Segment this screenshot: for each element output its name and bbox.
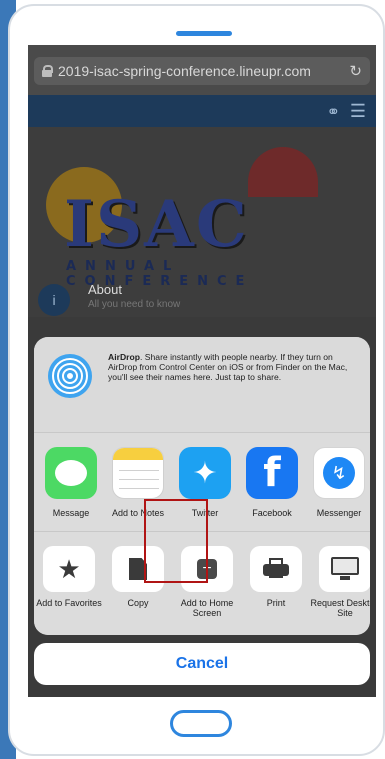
umbrella-graphic (248, 147, 318, 197)
browser-url-bar: 2019-isac-spring-conference.lineupr.com … (28, 45, 376, 95)
airdrop-text: . Share instantly with people nearby. If… (108, 352, 348, 382)
about-title: About (88, 282, 122, 297)
twitter-icon: ✦ (179, 447, 231, 499)
airdrop-icon (48, 354, 92, 398)
action-label: Add to Favorites (36, 598, 102, 608)
share-app-facebook[interactable]: f Facebook (241, 447, 301, 527)
cancel-button[interactable]: Cancel (34, 643, 370, 685)
phone-screen: 2019-isac-spring-conference.lineupr.com … (28, 45, 376, 697)
device-frame: 2019-isac-spring-conference.lineupr.com … (0, 0, 385, 759)
earpiece-speaker (176, 31, 232, 36)
action-print[interactable]: Print (245, 546, 305, 632)
action-label: Add to Home Screen (180, 598, 234, 618)
action-label: Print (266, 598, 286, 608)
share-sheet: AirDrop. Share instantly with people nea… (34, 337, 370, 635)
action-request-desktop-site[interactable]: Request Desktop Site (310, 546, 370, 632)
about-menu-item[interactable]: i About All you need to know (38, 282, 368, 322)
reload-icon[interactable]: ↻ (349, 62, 362, 80)
info-icon: i (38, 284, 70, 316)
action-label: Copy (127, 598, 149, 608)
messenger-icon: ↯ (313, 447, 365, 499)
airdrop-section[interactable]: AirDrop. Share instantly with people nea… (34, 337, 370, 432)
hamburger-menu-icon[interactable]: ☰ (350, 101, 366, 122)
url-text: 2019-isac-spring-conference.lineupr.com (58, 63, 311, 79)
desktop-monitor-icon (319, 546, 370, 592)
about-subtitle: All you need to know (88, 299, 181, 310)
share-app-message[interactable]: Message (40, 447, 100, 527)
highlight-box (144, 499, 208, 583)
logo-title: ISAC (64, 187, 249, 262)
lock-icon (42, 65, 53, 77)
home-button[interactable] (170, 710, 232, 737)
facebook-icon: f (246, 447, 298, 499)
star-icon: ★ (43, 546, 95, 592)
share-icon[interactable]: ⚭ (327, 102, 340, 122)
notes-icon (112, 447, 164, 499)
printer-icon (250, 546, 302, 592)
share-app-messenger[interactable]: ↯ Messenger (308, 447, 368, 527)
url-field[interactable]: 2019-isac-spring-conference.lineupr.com … (34, 57, 370, 85)
share-app-label: Messenger (316, 508, 362, 518)
airdrop-description: AirDrop. Share instantly with people nea… (108, 352, 360, 382)
site-header: ⚭ ☰ (28, 95, 376, 127)
airdrop-title: AirDrop (108, 352, 140, 362)
action-add-to-favorites[interactable]: ★ Add to Favorites (36, 546, 102, 632)
message-icon (45, 447, 97, 499)
action-label: Request Desktop Site (310, 598, 370, 618)
